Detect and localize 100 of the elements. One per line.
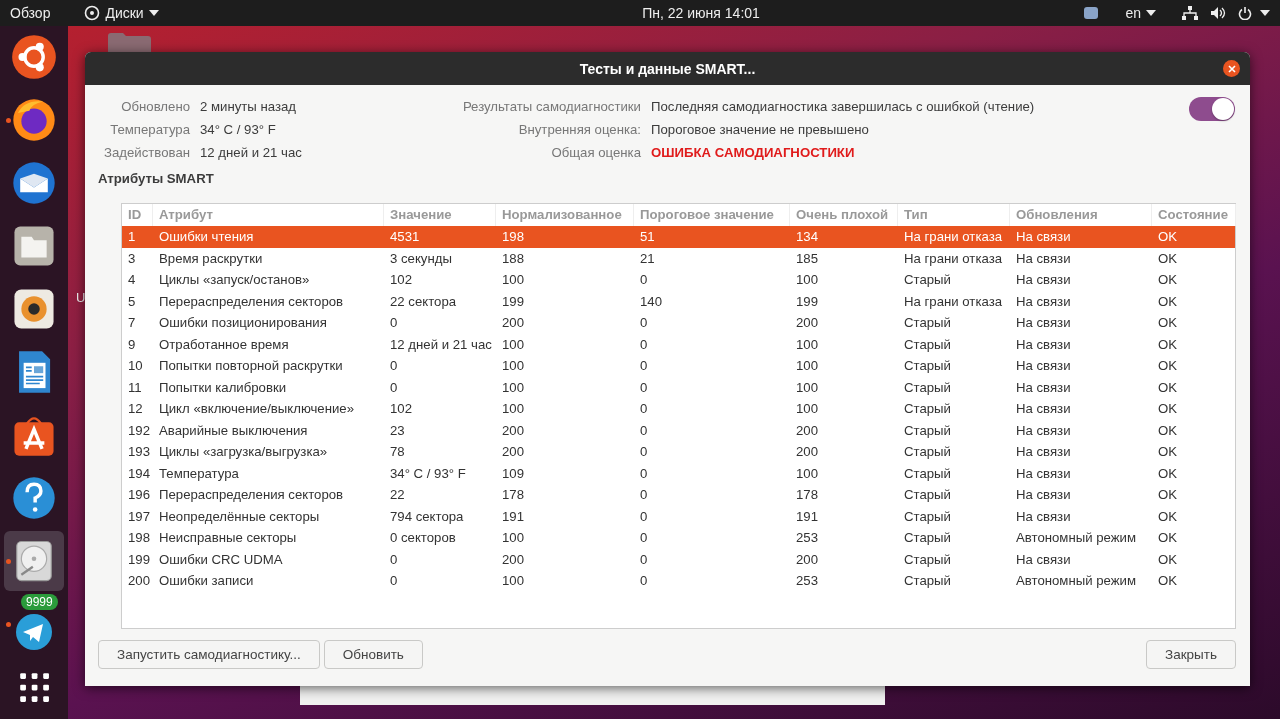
table-cell-text: 21 bbox=[639, 250, 656, 266]
table-cell-text: 10 bbox=[127, 358, 144, 374]
table-cell-text: Цикл «включение/выключение» bbox=[158, 401, 356, 417]
table-cell-text: 192 bbox=[127, 422, 151, 438]
table-cell-text: OK bbox=[1157, 315, 1179, 331]
table-row[interactable]: 1 Ошибки чтения 4531 198 51 134 На грани отказа На связи OK bbox=[122, 226, 1235, 248]
table-cell-text: 3 секунды bbox=[389, 250, 453, 266]
table-row[interactable]: 7 Ошибки позиционирования 0 200 0 200 Старый На связи OK bbox=[122, 312, 1235, 334]
network-icon[interactable] bbox=[1182, 6, 1198, 20]
table-cell-text: 0 bbox=[639, 530, 649, 546]
table-cell-text: 100 bbox=[501, 272, 525, 288]
table-row[interactable]: 9 Отработанное время 12 дней и 21 час 100 0 100 Старый На связи OK bbox=[122, 333, 1235, 355]
caret-icon[interactable] bbox=[1260, 10, 1270, 16]
table-cell-text: Старый bbox=[903, 508, 952, 524]
table-cell-text: 109 bbox=[501, 465, 525, 481]
table-row[interactable]: 11 Попытки калибровки 0 100 0 100 Старый На связи OK bbox=[122, 376, 1235, 398]
close-button[interactable] bbox=[1223, 60, 1240, 77]
caret-icon bbox=[148, 10, 159, 16]
table-cell-text: 200 bbox=[501, 444, 525, 460]
table-cell-text: 100 bbox=[501, 530, 525, 546]
table-cell-text: 0 bbox=[639, 465, 649, 481]
table-cell-text: 100 bbox=[501, 573, 525, 589]
table-cell-text: OK bbox=[1157, 336, 1179, 352]
folder-icon[interactable] bbox=[11, 223, 57, 269]
table-cell-text: 100 bbox=[501, 358, 525, 374]
table-row[interactable]: 5 Перераспределения секторов 22 сектора 199 140 199 На грани отказа На связи OK bbox=[122, 290, 1235, 312]
table-cell-text: Ошибки CRC UDMA bbox=[158, 551, 284, 567]
table-row[interactable]: 200 Ошибки записи 0 100 0 253 Старый Автономный режим OK bbox=[122, 570, 1235, 592]
table-cell-text: 200 bbox=[795, 444, 819, 460]
table-row[interactable]: 12 Цикл «включение/выключение» 102 100 0 100 Старый На связи OK bbox=[122, 398, 1235, 420]
table-cell-text: 198 bbox=[127, 530, 151, 546]
table-row[interactable]: 193 Циклы «загрузка/выгрузка» 78 200 0 200 Старый На связи OK bbox=[122, 441, 1235, 463]
table-cell-text: Попытки калибровки bbox=[158, 379, 288, 395]
table-cell-text: На связи bbox=[1015, 401, 1072, 417]
volume-icon[interactable] bbox=[1210, 6, 1226, 20]
power-icon[interactable] bbox=[1238, 6, 1252, 20]
table-cell-text: Циклы «запуск/останов» bbox=[158, 272, 311, 288]
close-dialog-button[interactable]: Закрыть bbox=[1146, 640, 1236, 669]
table-cell-text: OK bbox=[1157, 272, 1179, 288]
table-cell-text: OK bbox=[1157, 573, 1179, 589]
table-cell-text: OK bbox=[1157, 229, 1179, 245]
dialog-button[interactable]: Обновить bbox=[323, 640, 423, 669]
error-status: ОШИБКА САМОДИАГНОСТИКИ bbox=[651, 145, 856, 160]
table-cell-text: Неопределённые секторы bbox=[158, 508, 321, 524]
table-cell-text: 188 bbox=[501, 250, 525, 266]
paper-plane-icon[interactable] bbox=[14, 612, 54, 652]
dialog-button[interactable]: Запустить самодиагностику... bbox=[98, 640, 320, 669]
table-row[interactable]: 4 Циклы «запуск/останов» 102 100 0 100 Старый На связи OK bbox=[122, 269, 1235, 291]
activities-button[interactable]: Обзор bbox=[10, 5, 51, 21]
table-cell-text: 3 bbox=[127, 250, 137, 266]
table-cell-text: Старый bbox=[903, 444, 952, 460]
table-row[interactable]: 3 Время раскрутки 3 секунды 188 21 185 На грани отказа На связи OK bbox=[122, 247, 1235, 269]
table-cell-text: На связи bbox=[1015, 272, 1072, 288]
table-row[interactable]: 198 Неисправные секторы 0 секторов 100 0 253 Старый Автономный режим OK bbox=[122, 527, 1235, 549]
table-cell-text: OK bbox=[1157, 358, 1179, 374]
table-row[interactable]: 192 Аварийные выключения 23 200 0 200 Старый На связи OK bbox=[122, 419, 1235, 441]
table-row[interactable]: 196 Перераспределения секторов 22 178 0 178 Старый На связи OK bbox=[122, 484, 1235, 506]
table-cell-text: OK bbox=[1157, 508, 1179, 524]
mail-client-icon[interactable] bbox=[11, 160, 57, 206]
table-cell-text: OK bbox=[1157, 487, 1179, 503]
table-cell-text: 178 bbox=[795, 487, 819, 503]
toggle-switch[interactable] bbox=[1189, 97, 1235, 121]
table-row[interactable]: 197 Неопределённые секторы 794 сектора 191 0 191 Старый На связи OK bbox=[122, 505, 1235, 527]
help-icon[interactable] bbox=[11, 475, 57, 521]
field-label: Задействован bbox=[103, 145, 190, 160]
table-cell-text: На связи bbox=[1015, 487, 1072, 503]
table-cell-text: 196 bbox=[127, 487, 151, 503]
clock[interactable]: Пн, 22 июня 14:01 bbox=[642, 5, 760, 21]
table-cell-text: Старый bbox=[903, 358, 952, 374]
launcher-slot[interactable]: 9999 bbox=[4, 594, 64, 654]
table-cell-text: Старый bbox=[903, 315, 952, 331]
app-menu[interactable]: Диски bbox=[84, 5, 159, 21]
table-cell-text: 0 bbox=[639, 358, 649, 374]
table-cell-text: OK bbox=[1157, 444, 1179, 460]
status-icon[interactable] bbox=[1083, 6, 1100, 20]
table-cell-text: 0 bbox=[639, 551, 649, 567]
table-cell-text: Старый bbox=[903, 379, 952, 395]
speaker-icon[interactable] bbox=[11, 286, 57, 332]
browser-icon[interactable] bbox=[11, 97, 57, 143]
table-cell-text: 34° C / 93° F bbox=[389, 465, 467, 481]
table-row[interactable]: 199 Ошибки CRC UDMA 0 200 0 200 Старый На связи OK bbox=[122, 548, 1235, 570]
table-cell-text: 199 bbox=[127, 551, 151, 567]
table-cell-text: Перераспределения секторов bbox=[158, 487, 345, 503]
table-cell-text: Старый bbox=[903, 530, 952, 546]
keyboard-layout-button[interactable]: en bbox=[1125, 5, 1156, 21]
ubuntu-logo-icon[interactable] bbox=[11, 34, 57, 80]
table-cell-text: 253 bbox=[795, 530, 819, 546]
table-cell-text: OK bbox=[1157, 401, 1179, 417]
table-row[interactable]: 10 Попытки повторной раскрутки 0 100 0 100 Старый На связи OK bbox=[122, 355, 1235, 377]
table-cell-text: 199 bbox=[795, 293, 819, 309]
table-row[interactable]: 194 Температура 34° C / 93° F 109 0 100 Старый На связи OK bbox=[122, 462, 1235, 484]
table-cell-text: 100 bbox=[795, 272, 819, 288]
launcher-slot[interactable] bbox=[4, 531, 64, 591]
table-cell-text: 100 bbox=[795, 401, 819, 417]
table-cell-text: OK bbox=[1157, 250, 1179, 266]
table-cell-text: Ошибки чтения bbox=[158, 229, 255, 245]
table-cell-text: На грани отказа bbox=[903, 293, 1004, 309]
field-value: Последняя самодиагностика завершилась с ошибкой (чтение) bbox=[651, 99, 1036, 114]
table-cell-text: 0 bbox=[639, 508, 649, 524]
table-cell-text: 193 bbox=[127, 444, 151, 460]
